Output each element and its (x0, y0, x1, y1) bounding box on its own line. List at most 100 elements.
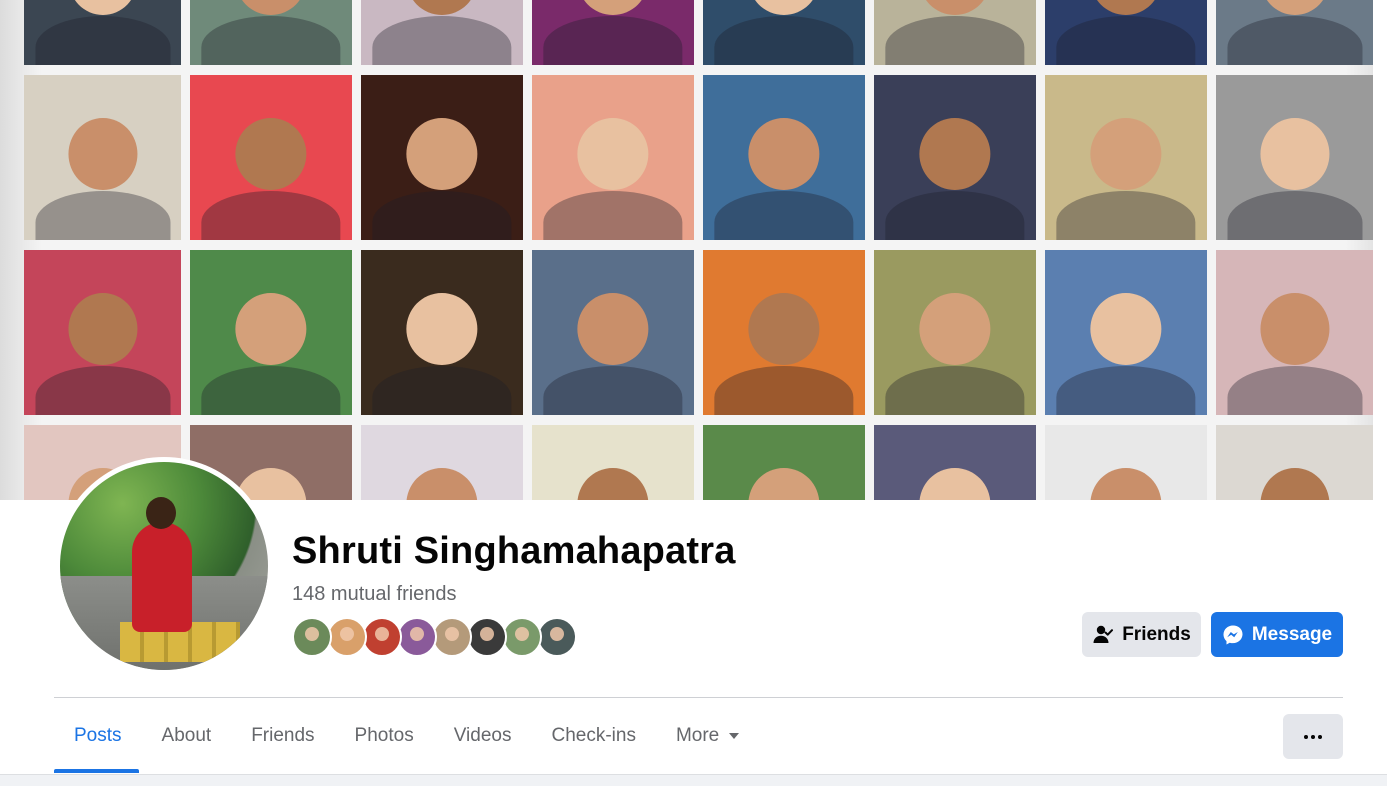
tile-person-body (34, 365, 171, 415)
tile-person-body (1056, 365, 1196, 415)
tile-person-face (577, 292, 649, 366)
tab-posts[interactable]: Posts (54, 716, 142, 756)
cover-photo-tile (24, 250, 181, 415)
tile-person-body (1056, 15, 1196, 65)
profile-name: Shruti Singhamahapatra (292, 530, 736, 572)
tab-photos[interactable]: Photos (335, 716, 434, 756)
tile-person-body (714, 190, 854, 240)
friends-button[interactable]: Friends (1082, 612, 1201, 657)
profile-avatar[interactable] (60, 462, 268, 670)
tile-person-body (714, 15, 854, 65)
cover-photo-tile (532, 75, 694, 240)
tile-person-face (406, 292, 478, 366)
tile-person-face (235, 117, 307, 191)
tile-person-face (1259, 117, 1330, 191)
mutual-friend-avatar[interactable] (537, 617, 577, 657)
tile-person-face (67, 292, 138, 366)
tile-person-face (1090, 292, 1162, 366)
profile-tabs: Posts About Friends Photos Videos Check-ins Mo… (54, 716, 759, 772)
tile-person-body (885, 190, 1025, 240)
tile-person-face (748, 0, 820, 16)
tile-person-face (1259, 0, 1330, 16)
more-options-button[interactable] (1283, 714, 1343, 759)
cover-photo-tile (703, 425, 865, 500)
tab-label: Videos (453, 725, 512, 746)
mutual-friend-avatar[interactable] (362, 617, 402, 657)
tab-friends[interactable]: Friends (231, 716, 334, 756)
mutual-friends-count[interactable]: 148 mutual friends (292, 583, 457, 606)
caret-down-icon (729, 733, 740, 739)
cover-photo-tile (1045, 75, 1207, 240)
tile-person-face (577, 117, 649, 191)
tab-videos[interactable]: Videos (434, 716, 532, 756)
cover-photo-tile (1216, 250, 1373, 415)
friends-button-label: Friends (1122, 623, 1191, 645)
tile-person-body (372, 15, 512, 65)
cover-photo-tile (361, 0, 523, 65)
content-area-edge (0, 774, 1387, 786)
tile-person-face (919, 0, 991, 16)
active-tab-indicator (54, 769, 139, 773)
cover-photo-tile (190, 75, 352, 240)
tile-person-body (543, 365, 683, 415)
cover-photo-tile (1045, 425, 1207, 500)
tab-check-ins[interactable]: Check-ins (531, 716, 655, 756)
mutual-friend-avatar[interactable] (397, 617, 437, 657)
tile-person-body (34, 15, 171, 65)
cover-photo-tile (874, 250, 1036, 415)
cover-photo-tile (532, 0, 694, 65)
mutual-friend-avatar[interactable] (432, 617, 472, 657)
cover-photo-tile (190, 250, 352, 415)
cover-photo-tile (532, 250, 694, 415)
tile-person-body (543, 15, 683, 65)
tile-person-body (201, 365, 341, 415)
mutual-friend-avatar[interactable] (292, 617, 332, 657)
cover-photo-tile (361, 425, 523, 500)
tab-label: Check-ins (551, 725, 636, 746)
tile-person-face (1259, 467, 1330, 500)
tile-person-face (406, 117, 478, 191)
mutual-friend-avatar[interactable] (467, 617, 507, 657)
tab-about[interactable]: About (142, 716, 232, 756)
avatar-person (132, 522, 192, 632)
tile-person-face (577, 467, 649, 500)
tile-person-body (885, 365, 1025, 415)
message-button[interactable]: Message (1211, 612, 1343, 657)
header-divider (54, 697, 1343, 698)
tile-person-face (235, 0, 307, 16)
cover-photo-tile (361, 75, 523, 240)
user-check-icon (1092, 624, 1114, 646)
messenger-icon (1222, 624, 1244, 646)
tile-person-face (1090, 117, 1162, 191)
tile-person-face (919, 292, 991, 366)
tile-person-body (201, 190, 341, 240)
tile-person-face (1090, 0, 1162, 16)
more-dots-icon (1303, 734, 1324, 739)
tile-person-face (67, 117, 138, 191)
tile-person-body (714, 365, 854, 415)
tile-person-body (1226, 15, 1363, 65)
tile-person-body (1226, 190, 1363, 240)
cover-photo-tile (703, 0, 865, 65)
tile-person-body (1056, 190, 1196, 240)
tile-person-face (577, 0, 649, 16)
cover-photo-tile (1216, 425, 1373, 500)
tile-person-face (748, 117, 820, 191)
tile-person-face (1090, 467, 1162, 500)
profile-page: Shruti Singhamahapatra 148 mutual friend… (0, 0, 1387, 786)
message-button-label: Message (1251, 623, 1333, 645)
tile-person-body (885, 15, 1025, 65)
tab-label: About (161, 725, 212, 746)
tab-more[interactable]: More (656, 716, 759, 756)
cover-photo-tile (190, 0, 352, 65)
tile-person-face (1259, 292, 1330, 366)
cover-photo-tile (532, 425, 694, 500)
avatar-person-head (146, 497, 176, 529)
cover-photo-tile (874, 0, 1036, 65)
tile-person-face (919, 117, 991, 191)
cover-photo[interactable] (0, 0, 1387, 500)
mutual-friend-avatar[interactable] (327, 617, 367, 657)
cover-photo-tile (361, 250, 523, 415)
tab-label: Photos (354, 725, 414, 746)
mutual-friend-avatar[interactable] (502, 617, 542, 657)
